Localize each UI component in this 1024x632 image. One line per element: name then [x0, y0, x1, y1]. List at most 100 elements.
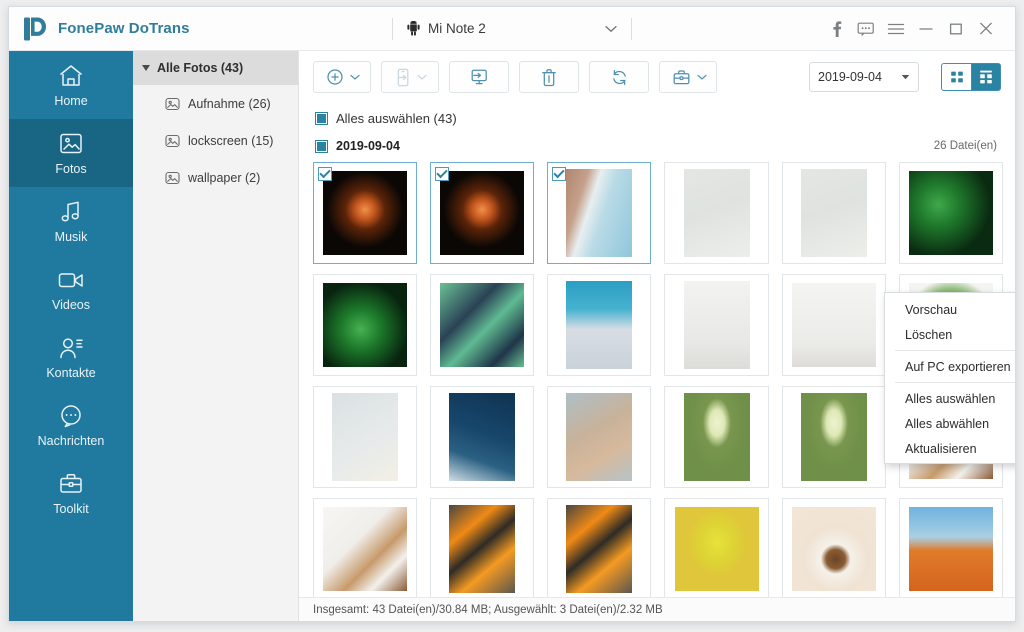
close-button[interactable] — [971, 14, 1001, 44]
thumbnail-cell[interactable] — [547, 274, 652, 376]
context-menu-item[interactable]: Alles abwählen — [885, 411, 1015, 436]
sidebar-item-musik[interactable]: Musik — [9, 187, 133, 255]
context-menu-item[interactable]: Vorschau — [885, 297, 1015, 322]
sidebar-item-videos[interactable]: Videos — [9, 255, 133, 323]
title-bar: FonePaw DoTrans Mi Note 2 — [9, 7, 1015, 51]
sidebar-item-label: Toolkit — [53, 501, 89, 516]
device-name: Mi Note 2 — [428, 21, 486, 36]
thumbnail-checkbox[interactable] — [435, 167, 450, 181]
context-menu-item[interactable]: Aktualisieren — [885, 436, 1015, 461]
chevron-down-icon — [350, 74, 360, 81]
thumbnail-cell[interactable] — [313, 386, 418, 488]
tree-item-label: Aufnahme (26) — [188, 96, 271, 111]
thumbnail-image — [440, 283, 525, 367]
context-menu-item[interactable]: Auf PC exportieren — [885, 354, 1015, 379]
sidebar-item-nachrichten[interactable]: Nachrichten — [9, 391, 133, 459]
toolkit-button[interactable] — [659, 61, 717, 93]
view-grid-small-button[interactable] — [941, 63, 971, 91]
check-icon — [318, 167, 332, 181]
thumbnail-image — [323, 283, 408, 367]
thumbnail-cell[interactable] — [430, 274, 535, 376]
thumbnail-checkbox[interactable] — [552, 167, 567, 181]
sidebar-item-toolkit[interactable]: Toolkit — [9, 459, 133, 527]
sidebar-item-kontakte[interactable]: Kontakte — [9, 323, 133, 391]
sidebar-item-label: Videos — [52, 297, 90, 312]
thumbnail-image — [683, 393, 750, 481]
thumbnail-cell[interactable] — [313, 498, 418, 597]
phone-import-icon — [395, 68, 411, 87]
thumbnail-cell[interactable] — [547, 386, 652, 488]
primary-sidebar: Home Fotos Musik Videos Kontakte Nachric… — [9, 51, 133, 621]
maximize-button[interactable] — [941, 14, 971, 44]
sidebar-item-label: Home — [54, 93, 88, 108]
thumbnail-image — [449, 505, 516, 593]
trash-icon — [541, 68, 557, 87]
thumbnail-image — [683, 281, 750, 369]
thumbnail-image — [440, 171, 525, 255]
thumbnail-cell[interactable] — [430, 498, 535, 597]
thumbnail-image — [908, 507, 993, 591]
context-menu-item[interactable]: Alles auswählen — [885, 386, 1015, 411]
delete-button[interactable] — [519, 61, 579, 93]
view-grid-group-button[interactable] — [971, 63, 1001, 91]
thumbnail-cell[interactable] — [898, 162, 1003, 264]
window-controls — [821, 14, 1001, 44]
thumbnail-cell[interactable] — [664, 386, 769, 488]
device-selector[interactable]: Mi Note 2 — [392, 16, 632, 42]
thumbnail-cell[interactable] — [547, 498, 652, 597]
thumbnail-image — [800, 169, 867, 257]
triangle-down-icon — [142, 65, 150, 71]
home-icon — [58, 63, 84, 89]
thumbnail-cell[interactable] — [664, 274, 769, 376]
tree-header-all-photos[interactable]: Alle Fotos (43) — [133, 51, 298, 85]
thumbnail-image — [566, 393, 633, 481]
thumbnail-checkbox[interactable] — [318, 167, 332, 181]
add-button[interactable] — [313, 61, 371, 93]
status-bar: Insgesamt: 43 Datei(en)/30.84 MB; Ausgew… — [299, 597, 1015, 621]
chevron-down-icon — [696, 74, 707, 81]
sidebar-item-fotos[interactable]: Fotos — [9, 119, 133, 187]
feedback-button[interactable] — [851, 14, 881, 44]
export-to-pc-button[interactable] — [449, 61, 509, 93]
status-text: Insgesamt: 43 Datei(en)/30.84 MB; Ausgew… — [313, 603, 663, 616]
thumbnail-cell[interactable] — [781, 274, 886, 376]
contact-icon — [58, 335, 84, 361]
thumbnail-cell[interactable] — [898, 498, 1003, 597]
facebook-button[interactable] — [821, 14, 851, 44]
thumbnail-cell[interactable] — [781, 162, 886, 264]
grid-view-icon — [949, 69, 965, 85]
context-menu-item[interactable]: Löschen — [885, 322, 1015, 347]
thumbnail-cell[interactable] — [547, 162, 652, 264]
application-window: FonePaw DoTrans Mi Note 2 Home Fotos Mus… — [8, 6, 1016, 622]
date-filter-select[interactable]: 2019-09-04 — [809, 62, 919, 92]
menu-button[interactable] — [881, 14, 911, 44]
group-header: 2019-09-04 26 Datei(en) — [299, 133, 1015, 159]
thumbnail-cell[interactable] — [313, 274, 418, 376]
app-title: FonePaw DoTrans — [58, 20, 190, 37]
thumbnail-cell[interactable] — [430, 162, 535, 264]
thumbnail-cell[interactable] — [430, 386, 535, 488]
minimize-button[interactable] — [911, 14, 941, 44]
refresh-button[interactable] — [589, 61, 649, 93]
photo-icon — [58, 131, 84, 157]
album-tree: Alle Fotos (43) Aufnahme (26) lockscreen… — [133, 51, 299, 621]
export-to-phone-button[interactable] — [381, 61, 439, 93]
thumbnail-cell[interactable] — [664, 498, 769, 597]
context-menu[interactable]: Vorschau Löschen Auf PC exportieren Alles a… — [884, 292, 1015, 464]
tree-item-lockscreen[interactable]: lockscreen (15) — [133, 122, 298, 159]
video-icon — [57, 267, 85, 293]
thumbnail-cell[interactable] — [781, 498, 886, 597]
group-checkbox[interactable] — [315, 139, 328, 153]
thumbnail-image — [791, 507, 876, 591]
chevron-down-icon[interactable] — [585, 25, 617, 33]
thumbnail-cell[interactable] — [781, 386, 886, 488]
thumbnail-cell[interactable] — [664, 162, 769, 264]
tree-item-wallpaper[interactable]: wallpaper (2) — [133, 159, 298, 196]
thumbnail-cell[interactable] — [313, 162, 418, 264]
fonepaw-logo-icon — [23, 16, 47, 42]
select-all-row[interactable]: Alles auswählen (43) — [299, 103, 1015, 133]
sidebar-item-home[interactable]: Home — [9, 51, 133, 119]
tree-item-aufnahme[interactable]: Aufnahme (26) — [133, 85, 298, 122]
tree-item-label: lockscreen (15) — [188, 133, 274, 148]
select-all-checkbox[interactable] — [315, 111, 328, 125]
